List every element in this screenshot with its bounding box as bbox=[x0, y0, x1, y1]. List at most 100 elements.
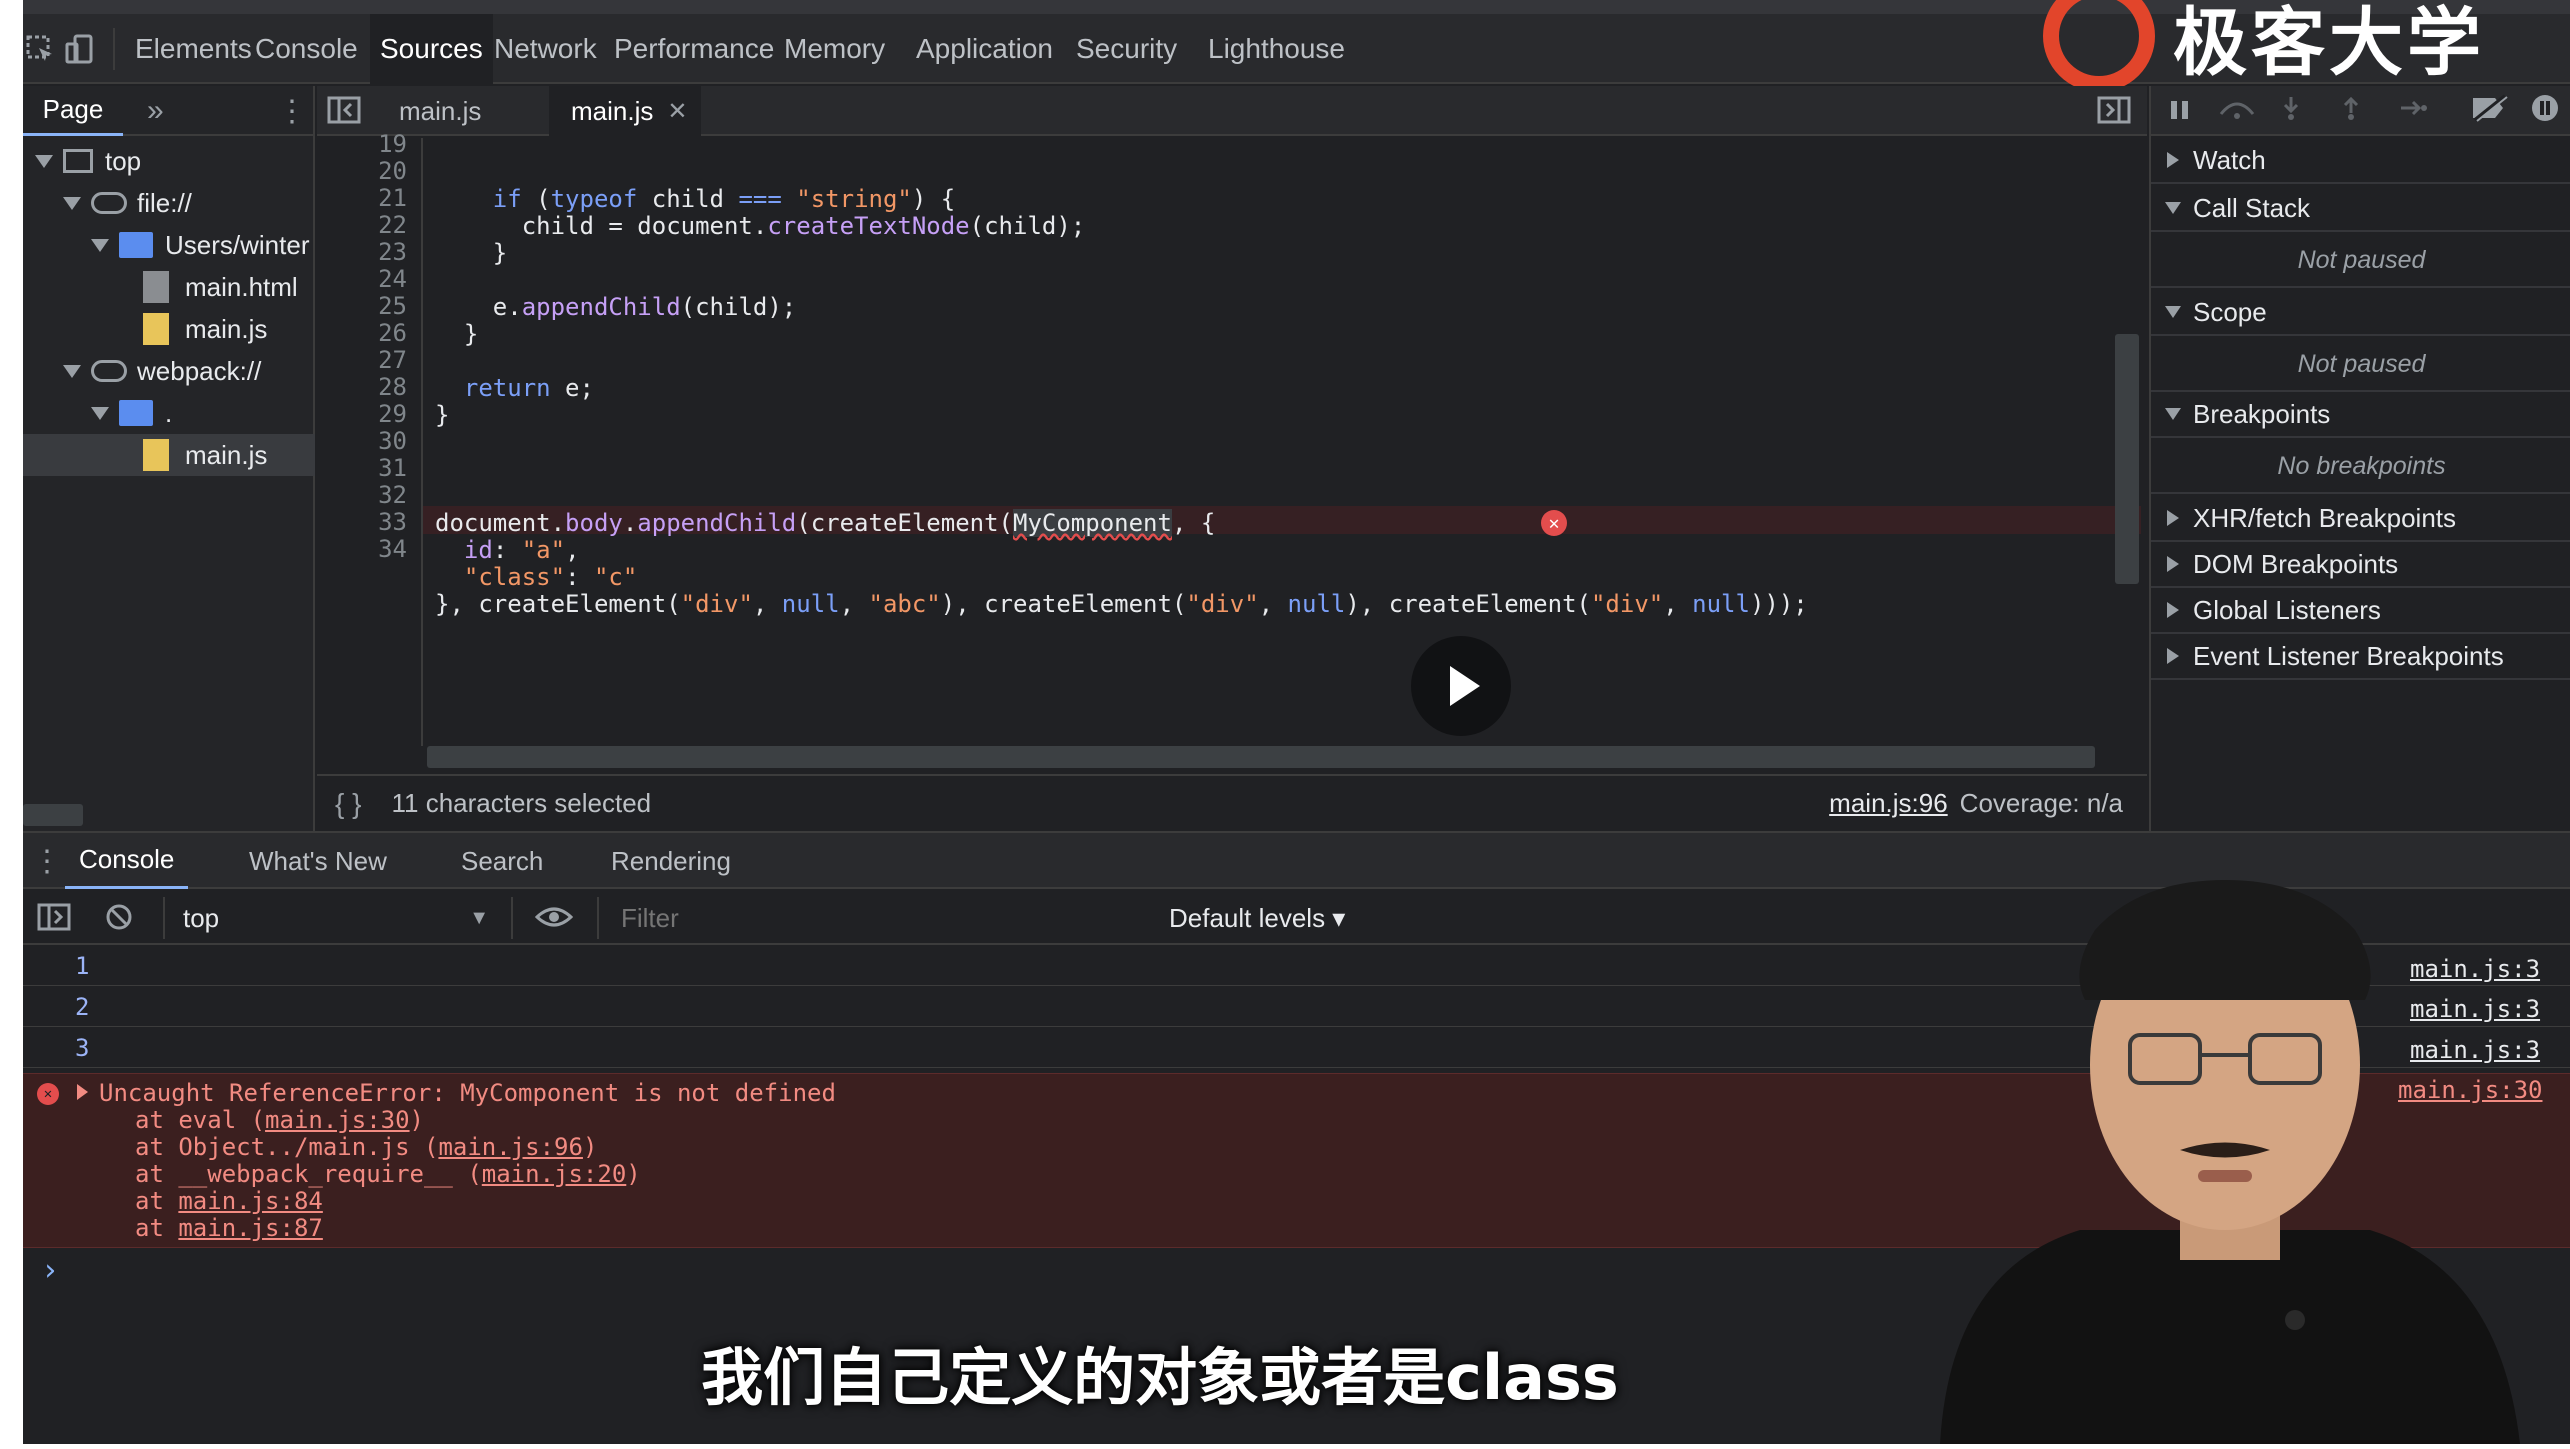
line-number: 34 bbox=[378, 535, 407, 563]
tree-item-file[interactable]: file:// bbox=[23, 182, 315, 224]
line-number: 32 bbox=[378, 481, 407, 509]
toggle-navigator-icon[interactable] bbox=[327, 96, 363, 126]
tree-item-main-js[interactable]: main.js bbox=[23, 308, 315, 350]
live-expression-eye-icon[interactable] bbox=[534, 903, 575, 933]
line-number: 23 bbox=[378, 238, 407, 266]
log-source-link[interactable]: main.js:3 bbox=[2410, 995, 2540, 1023]
line-number: 20 bbox=[378, 157, 407, 185]
pretty-print-icon[interactable]: { } bbox=[335, 788, 361, 820]
section-global-listeners[interactable]: Global Listeners bbox=[2151, 588, 2570, 634]
tree-item-top[interactable]: top bbox=[23, 140, 315, 182]
expand-error-triangle-icon[interactable] bbox=[77, 1084, 88, 1100]
close-tab-icon[interactable]: ✕ bbox=[667, 97, 687, 126]
line-number: 26 bbox=[378, 319, 407, 347]
selection-status: 11 characters selected bbox=[391, 788, 652, 818]
subtitle-text: 我们自己定义的对象或者是class bbox=[701, 1341, 1619, 1414]
log-source-link[interactable]: main.js:3 bbox=[2410, 955, 2540, 983]
stack-prefix: at eval ( bbox=[135, 1106, 266, 1134]
collapse-triangle-icon bbox=[2167, 152, 2179, 168]
stack-link[interactable]: main.js:87 bbox=[178, 1214, 323, 1242]
tab-network[interactable]: Network bbox=[494, 14, 597, 84]
step-over-icon[interactable] bbox=[2217, 96, 2257, 125]
log-value: 3 bbox=[75, 1034, 90, 1062]
console-filter-input[interactable] bbox=[605, 897, 1165, 939]
drawer-tab-console[interactable]: Console bbox=[65, 833, 189, 889]
source-location-link[interactable]: main.js:96 bbox=[1829, 788, 1948, 819]
code-line-22: } bbox=[435, 239, 508, 267]
section-watch[interactable]: Watch bbox=[2151, 138, 2570, 184]
stack-link[interactable]: main.js:30 bbox=[265, 1106, 410, 1134]
pause-on-exceptions-icon[interactable] bbox=[2531, 94, 2561, 127]
step-out-icon[interactable] bbox=[2339, 95, 2365, 126]
section-title: Event Listener Breakpoints bbox=[2193, 640, 2504, 671]
log-levels-dropdown[interactable]: Default levels ▾ bbox=[1169, 891, 1345, 945]
section-xhr-breakpoints[interactable]: XHR/fetch Breakpoints bbox=[2151, 496, 2570, 542]
tab-performance[interactable]: Performance bbox=[614, 14, 774, 84]
editor-tab-main-js-1[interactable]: main.js bbox=[377, 86, 503, 136]
section-breakpoints[interactable]: Breakpoints bbox=[2151, 392, 2570, 438]
tree-item-users-folder[interactable]: Users/winter bbox=[23, 224, 315, 266]
debugger-toolbar bbox=[2151, 86, 2570, 136]
drawer-tab-whats-new[interactable]: What's New bbox=[249, 833, 387, 889]
step-into-icon[interactable] bbox=[2279, 95, 2305, 126]
stack-link[interactable]: main.js:84 bbox=[178, 1187, 323, 1215]
deactivate-breakpoints-icon[interactable] bbox=[2469, 93, 2509, 127]
error-marker-icon[interactable]: ✕ bbox=[1541, 510, 1567, 536]
tab-application[interactable]: Application bbox=[916, 14, 1053, 84]
editor-tab-bar: main.js main.js ✕ bbox=[317, 86, 2147, 136]
tab-console[interactable]: Console bbox=[255, 14, 358, 84]
tree-item-label: main.js bbox=[185, 439, 268, 470]
tree-item-webpack-main-js[interactable]: main.js bbox=[23, 434, 315, 476]
tree-item-dot-folder[interactable]: . bbox=[23, 392, 315, 434]
navigator-scrollbar[interactable] bbox=[23, 804, 83, 826]
tree-item-main-html[interactable]: main.html bbox=[23, 266, 315, 308]
console-sidebar-icon[interactable] bbox=[37, 903, 73, 933]
error-text: Uncaught ReferenceError: MyComponent is … bbox=[99, 1079, 836, 1107]
tab-memory[interactable]: Memory bbox=[784, 14, 885, 84]
stack-prefix: at __webpack_require__ ( bbox=[135, 1160, 482, 1188]
tab-page[interactable]: Page bbox=[23, 86, 123, 136]
stack-frame: at eval (main.js:30) bbox=[135, 1106, 424, 1134]
editor-tab-label: main.js bbox=[399, 95, 482, 126]
editor-tab-main-js-2[interactable]: main.js ✕ bbox=[549, 86, 702, 136]
editor-vertical-scrollbar[interactable] bbox=[2115, 334, 2139, 584]
toggle-debugger-icon[interactable] bbox=[2097, 96, 2133, 126]
clear-console-icon[interactable] bbox=[105, 903, 135, 933]
stack-link[interactable]: main.js:96 bbox=[438, 1133, 583, 1161]
editor-tab-label: main.js bbox=[571, 95, 654, 126]
editor-horizontal-scrollbar[interactable] bbox=[427, 746, 2095, 768]
line-number: 21 bbox=[378, 184, 407, 212]
tab-security[interactable]: Security bbox=[1076, 14, 1177, 84]
inspect-element-icon[interactable] bbox=[23, 32, 57, 66]
section-scope[interactable]: Scope bbox=[2151, 290, 2570, 336]
device-toolbar-icon[interactable] bbox=[63, 32, 97, 66]
tab-lighthouse[interactable]: Lighthouse bbox=[1208, 14, 1345, 84]
drawer-menu-icon[interactable]: ⋮ bbox=[32, 833, 62, 889]
context-selector[interactable]: top ▼ bbox=[183, 891, 499, 945]
call-stack-note: Not paused bbox=[2151, 234, 2570, 288]
step-icon[interactable] bbox=[2399, 96, 2429, 125]
drawer-tab-search[interactable]: Search bbox=[461, 833, 543, 889]
section-event-listener-breakpoints[interactable]: Event Listener Breakpoints bbox=[2151, 634, 2570, 680]
tab-sources[interactable]: Sources bbox=[370, 14, 493, 84]
video-play-button[interactable] bbox=[1411, 636, 1511, 736]
stack-suffix: ) bbox=[409, 1106, 424, 1134]
console-input[interactable] bbox=[83, 1253, 1883, 1293]
line-number: 31 bbox=[378, 454, 407, 482]
section-dom-breakpoints[interactable]: DOM Breakpoints bbox=[2151, 542, 2570, 588]
tab-elements[interactable]: Elements bbox=[135, 14, 252, 84]
more-options-icon[interactable]: ⋮ bbox=[277, 86, 307, 136]
more-tabs-icon[interactable]: » bbox=[147, 86, 187, 136]
error-source-link[interactable]: main.js:30 bbox=[2398, 1076, 2543, 1104]
expand-triangle-icon bbox=[2165, 408, 2181, 420]
section-call-stack[interactable]: Call Stack bbox=[2151, 186, 2570, 232]
toolbar-divider bbox=[597, 897, 599, 939]
tree-item-webpack[interactable]: webpack:// bbox=[23, 350, 315, 392]
debugger-sidebar: Watch Call Stack Not paused Scope Not pa… bbox=[2149, 86, 2570, 831]
stack-link[interactable]: main.js:20 bbox=[482, 1160, 627, 1188]
log-source-link[interactable]: main.js:3 bbox=[2410, 1036, 2540, 1064]
log-value: 1 bbox=[75, 952, 90, 980]
pause-icon[interactable] bbox=[2165, 98, 2195, 122]
code-area[interactable]: if (typeof child === "string") { child =… bbox=[317, 138, 2147, 746]
drawer-tab-rendering[interactable]: Rendering bbox=[611, 833, 731, 889]
